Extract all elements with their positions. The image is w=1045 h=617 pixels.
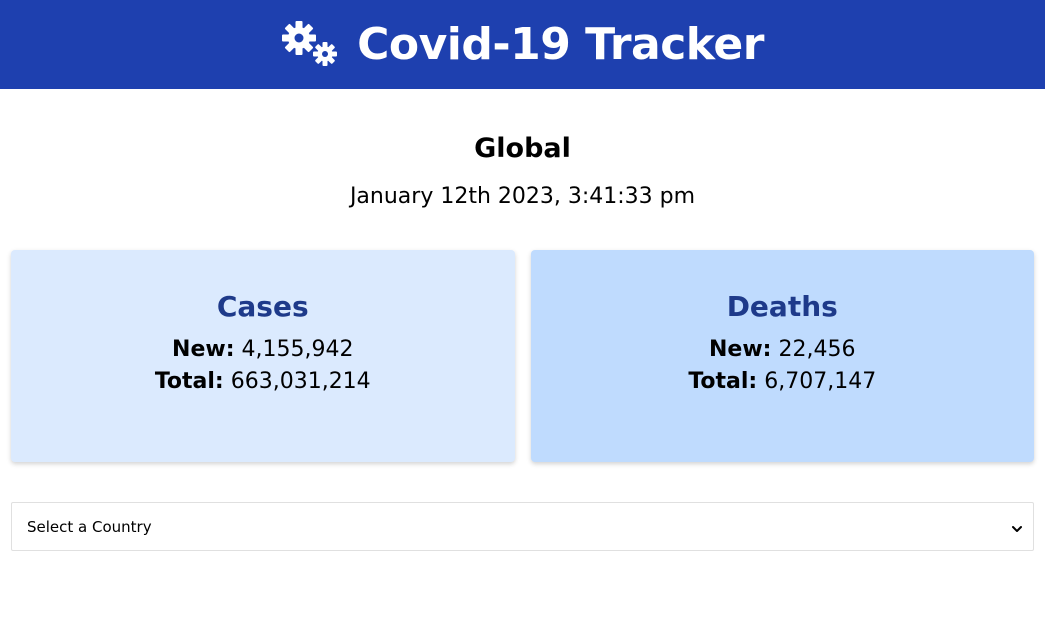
deaths-new-value: 22,456 xyxy=(778,337,856,362)
stats-cards: Cases New: 4,155,942 Total: 663,031,214 … xyxy=(11,250,1034,462)
header-brand: Covid-19 Tracker xyxy=(281,20,764,70)
last-updated-timestamp: January 12th 2023, 3:41:33 pm xyxy=(349,184,696,209)
deaths-new-row: New: 22,456 xyxy=(709,334,855,366)
cases-card: Cases New: 4,155,942 Total: 663,031,214 xyxy=(11,250,515,462)
main-content: Global January 12th 2023, 3:41:33 pm Cas… xyxy=(0,133,1045,551)
cases-new-value: 4,155,942 xyxy=(241,337,354,362)
deaths-total-row: Total: 6,707,147 xyxy=(688,366,876,398)
region-title: Global xyxy=(474,133,571,164)
country-select[interactable]: Select a Country xyxy=(11,502,1034,551)
deaths-total-label: Total: xyxy=(688,369,758,394)
deaths-card-title: Deaths xyxy=(726,290,838,323)
cases-new-row: New: 4,155,942 xyxy=(172,334,353,366)
app-title: Covid-19 Tracker xyxy=(357,18,764,70)
app-header: Covid-19 Tracker xyxy=(0,0,1045,89)
deaths-new-label: New: xyxy=(709,337,772,362)
country-select-value: Select a Country xyxy=(27,517,152,536)
deaths-card: Deaths New: 22,456 Total: 6,707,147 xyxy=(530,250,1034,462)
virus-gears-icon xyxy=(281,20,343,70)
cases-new-label: New: xyxy=(172,337,235,362)
country-select-wrapper: Select a Country xyxy=(11,502,1034,551)
deaths-total-value: 6,707,147 xyxy=(764,369,877,394)
cases-total-value: 663,031,214 xyxy=(230,369,371,394)
cases-total-row: Total: 663,031,214 xyxy=(155,366,371,398)
cases-total-label: Total: xyxy=(154,369,224,394)
cases-card-title: Cases xyxy=(216,290,309,323)
chevron-down-icon[interactable] xyxy=(1011,521,1023,533)
